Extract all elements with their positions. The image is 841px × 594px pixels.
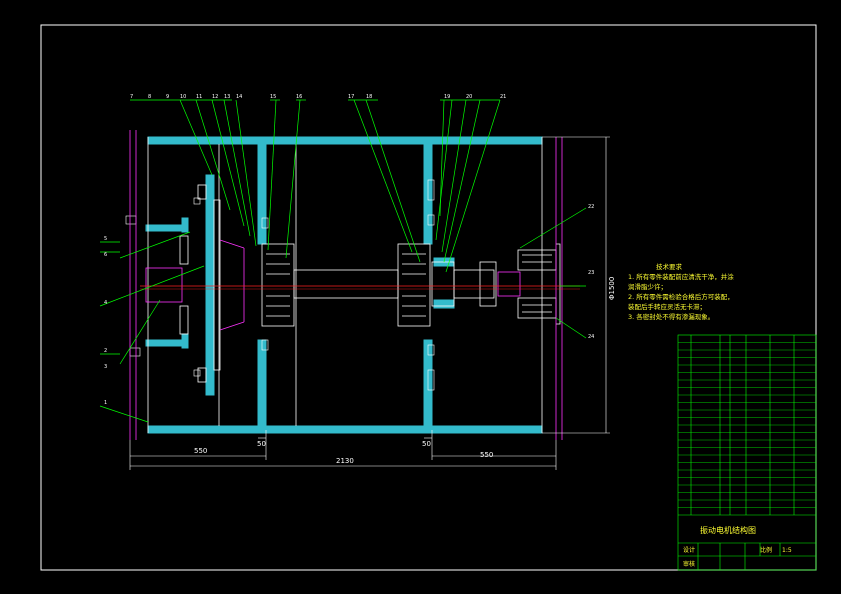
callout-left-1: 1 [104,400,107,406]
callout-top-19: 19 [444,94,450,100]
leader-lines [99,99,587,423]
callout-top-9: 9 [166,94,169,100]
callout-top-15: 15 [270,94,276,100]
notes-line-3: 2. 所有零件需检验合格后方可装配， [628,293,734,301]
notes-line-2: 润滑脂少许； [628,283,667,291]
callout-top-10: 10 [180,94,186,100]
dim-right: 550 [480,451,493,459]
dim-height: Φ1500 [608,277,616,300]
callouts-top: 7 8 9 10 11 12 13 14 15 16 17 18 19 20 21 [130,94,506,100]
callout-top-11: 11 [196,94,202,100]
callout-top-8: 8 [148,94,151,100]
callout-top-21: 21 [500,94,506,100]
callout-top-12: 12 [212,94,218,100]
dimension-lines [129,136,610,470]
dim-gap-right: 50 [422,440,431,448]
callout-right-22: 22 [588,204,594,210]
callout-right-23: 23 [588,270,594,276]
callout-top-13: 13 [224,94,230,100]
notes-title: 技术要求 [656,263,682,271]
notes-line-5: 3. 各密封处不得有渗漏现象。 [628,313,715,321]
callout-left-5: 5 [104,236,107,242]
callout-left-6: 6 [104,252,107,258]
callout-top-14: 14 [236,94,242,100]
notes-line-4: 装配后手转应灵活无卡滞； [628,303,706,311]
callout-top-7: 7 [130,94,133,100]
parts-list-rows [678,342,816,508]
callout-left-2: 2 [104,348,107,354]
drawing-title: 振动电机结构图 [700,525,756,535]
check-label: 审核 [683,560,695,568]
design-label: 设计 [683,546,695,554]
callouts-right: 22 23 24 [588,204,594,340]
callout-top-18: 18 [366,94,372,100]
callout-left-4: 4 [104,300,107,306]
scale-value: 1:5 [782,547,792,554]
callouts-left: 5 6 4 2 3 1 [104,236,107,406]
dim-left: 550 [194,447,207,455]
callout-top-17: 17 [348,94,354,100]
dim-gap-left: 50 [257,440,266,448]
magenta-outlines [129,130,563,440]
callout-top-16: 16 [296,94,302,100]
notes-line-1: 1. 所有零件装配前应清洗干净，并涂 [628,273,734,281]
housing [145,136,543,434]
scale-label: 比例 [760,546,772,554]
dim-total: 2130 [336,457,354,465]
callout-left-3: 3 [104,364,107,370]
callout-top-20: 20 [466,94,472,100]
bolts [125,179,435,391]
callout-right-24: 24 [588,334,594,340]
technical-notes: 技术要求 1. 所有零件装配前应清洗干净，并涂 润滑脂少许； 2. 所有零件需检… [628,262,818,322]
